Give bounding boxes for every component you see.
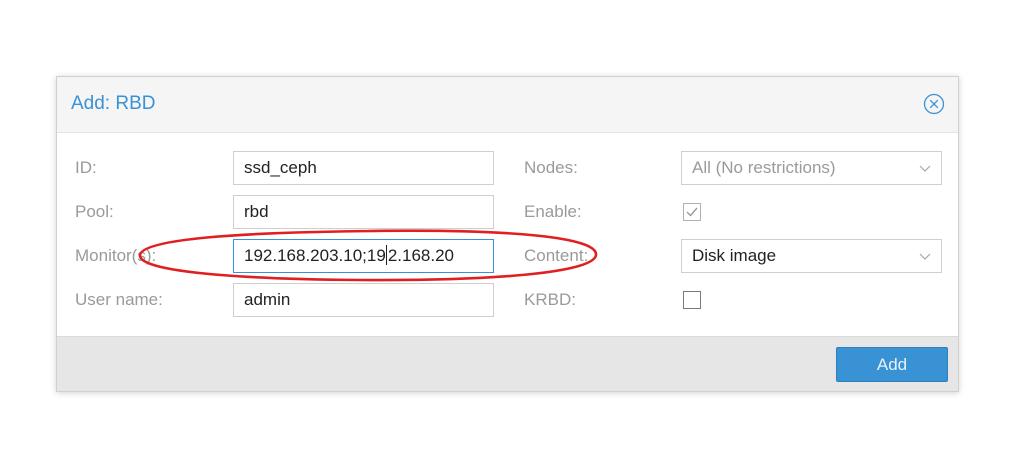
dialog-footer: Add [57,336,958,391]
id-value: ssd_ceph [244,158,317,177]
monitors-value-before-caret: 192.168.203.10;19 [244,246,386,265]
nodes-select[interactable]: All (No restrictions) [681,151,942,185]
krbd-checkbox[interactable] [683,291,701,309]
monitors-field[interactable]: 192.168.203.10;19 2.168.20 [233,239,494,273]
enable-checkbox[interactable] [683,203,701,221]
enable-label: Enable: [524,202,582,221]
add-button[interactable]: Add [836,347,948,382]
dialog-body: ID: ssd_ceph Pool: rbd Monitor(s): 192.1… [57,133,958,338]
monitors-label: Monitor(s): [75,246,157,265]
dialog-title: Add: RBD [71,93,156,114]
chevron-down-icon [919,253,931,260]
add-rbd-dialog: Add: RBD ID: ssd_ceph Pool: rbd Monitor(… [56,76,959,392]
krbd-label: KRBD: [524,290,576,309]
user-name-field[interactable]: admin [233,283,494,317]
content-value: Disk image [692,246,777,265]
checkmark-icon [686,207,698,217]
content-select[interactable]: Disk image [681,239,942,273]
id-field[interactable]: ssd_ceph [233,151,494,185]
content-label: Content: [524,246,589,265]
pool-value: rbd [244,202,269,221]
pool-field[interactable]: rbd [233,195,494,229]
chevron-down-icon [919,165,931,172]
nodes-label: Nodes: [524,158,578,177]
monitors-value-after-caret: 2.168.20 [387,246,454,265]
dialog-titlebar[interactable]: Add: RBD [57,77,958,133]
nodes-value: All (No restrictions) [692,158,836,177]
close-icon[interactable] [923,93,945,115]
pool-label: Pool: [75,202,114,221]
user-name-label: User name: [75,290,163,309]
id-label: ID: [75,158,97,177]
user-name-value: admin [244,290,291,309]
